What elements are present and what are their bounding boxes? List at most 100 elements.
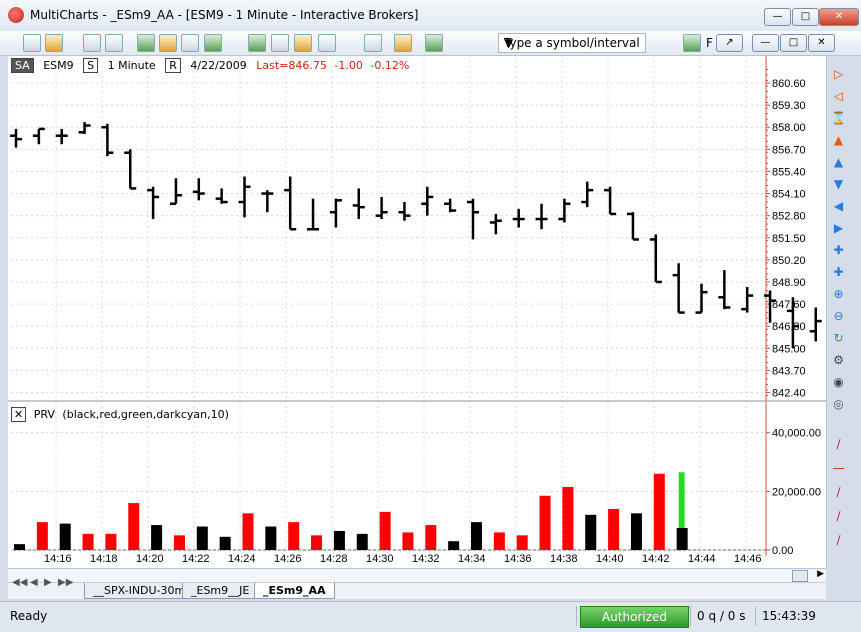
right-toolbar: ▷ ◁ ⌛ ▲ ▲ ▼ ◀ ▶ ✚ ✚ ⊕ ⊖ ↻ ⚙ ◉ ◎ ∕ — ∕ ∕ …	[828, 66, 850, 566]
tab-next-icon[interactable]: ▶	[44, 577, 52, 588]
tab-esm9-je[interactable]: _ESm9__JE	[182, 583, 259, 599]
print-icon[interactable]	[105, 34, 123, 52]
volume-bar	[333, 530, 345, 550]
chart-window-icon[interactable]	[137, 34, 155, 52]
format-label: F	[706, 36, 713, 50]
time-tick-label: 14:28	[320, 553, 348, 565]
pan-icon[interactable]: ⌛	[830, 110, 847, 127]
move-left-icon[interactable]: ▼	[830, 176, 847, 193]
volume-bar	[653, 473, 665, 550]
move-right-icon[interactable]: ◀	[830, 198, 847, 215]
price-tick-label: 843.70	[772, 365, 806, 377]
price-tick-label: 845.00	[772, 343, 806, 355]
mode-tag[interactable]: SA	[11, 58, 34, 73]
volume-bar	[402, 532, 414, 550]
tab-prev-icon[interactable]: ◀	[30, 577, 38, 588]
time-tick-label: 14:24	[228, 553, 256, 565]
draw-fib-icon[interactable]: ∕	[830, 508, 847, 525]
save-icon[interactable]	[83, 34, 101, 52]
parallel-lines-icon[interactable]: ◎	[830, 396, 847, 413]
format-icon[interactable]	[683, 34, 701, 52]
strategies-icon[interactable]	[364, 34, 382, 52]
settings-icon[interactable]: ⊖	[830, 308, 847, 325]
minimize-button[interactable]: —	[764, 8, 791, 26]
scroll-right-icon[interactable]: ▶	[817, 569, 824, 579]
volume-bar	[219, 536, 231, 550]
time-tick-label: 14:32	[412, 553, 440, 565]
restore-button[interactable]: □	[792, 8, 819, 26]
volume-bar	[173, 535, 185, 550]
draw-hline-icon[interactable]: —	[830, 460, 847, 477]
price-change: -1.00	[334, 59, 363, 72]
zoom-out-icon[interactable]: ◁	[830, 88, 847, 105]
authorized-badge: Authorized	[580, 606, 689, 628]
price-tick-label: 846.30	[772, 321, 806, 333]
tab-spx-indu[interactable]: __SPX-INDU-30m	[84, 583, 195, 599]
eye-icon[interactable]: ↻	[830, 330, 847, 347]
scroll-up-icon[interactable]: ▲	[830, 132, 847, 149]
time-tick-label: 14:16	[44, 553, 72, 565]
search-minus-icon[interactable]: ✚	[830, 264, 847, 281]
status-bar: Ready Authorized 0 q / 0 s 15:43:39	[0, 601, 861, 632]
series-tag[interactable]: S	[83, 58, 99, 73]
status-separator	[755, 606, 756, 626]
tab-first-icon[interactable]: ◀◀	[12, 577, 27, 588]
close-button[interactable]: ✕	[819, 8, 859, 26]
time-tick-label: 14:46	[734, 553, 762, 565]
volume-bar	[471, 522, 482, 550]
price-change-pct: -0.12%	[370, 59, 410, 72]
doc-close-button[interactable]: ✕	[808, 34, 835, 52]
scroll-thumb[interactable]	[792, 570, 808, 582]
time-tick-label: 14:30	[366, 553, 394, 565]
volume-bar	[288, 522, 300, 550]
dom-icon[interactable]	[181, 34, 199, 52]
scanner-icon[interactable]	[204, 34, 222, 52]
volume-bar	[379, 511, 391, 550]
chart-date: 4/22/2009	[190, 59, 247, 72]
draw-channel-icon[interactable]: ∕	[830, 484, 847, 501]
chevron-down-icon[interactable]: ▼	[504, 36, 641, 50]
candle-chart-icon[interactable]	[294, 34, 312, 52]
tab-esm9-aa[interactable]: _ESm9_AA	[254, 583, 335, 599]
bar-chart-icon[interactable]	[248, 34, 266, 52]
chart-canvas[interactable]: 860.60 859.30 858.00 856.70 855.40 854.10 852.…	[8, 56, 826, 568]
horizontal-scrollbar[interactable]: ▶	[8, 569, 826, 583]
close-indicator-icon[interactable]: ✕	[11, 407, 27, 422]
price-tick-label: 847.60	[772, 299, 806, 311]
tab-last-icon[interactable]: ▶▶	[58, 577, 73, 588]
price-tick-label: 848.90	[772, 277, 806, 289]
volume-bar	[196, 526, 208, 550]
calendar-icon[interactable]	[394, 34, 412, 52]
volume-bar	[448, 541, 460, 550]
open-folder-icon[interactable]	[45, 34, 63, 52]
doc-minimize-button[interactable]: —	[752, 34, 779, 52]
chart-window[interactable]: 860.60 859.30 858.00 856.70 855.40 854.10 852.…	[8, 56, 827, 568]
volume-bar	[128, 503, 140, 550]
status-separator	[690, 606, 691, 626]
zoom-in-icon[interactable]: ▷	[830, 66, 847, 83]
search-plus-icon[interactable]: ✚	[830, 242, 847, 259]
volume-bar	[82, 533, 94, 550]
volume-bar	[265, 526, 277, 550]
trade-bar-icon[interactable]	[425, 34, 443, 52]
refresh-icon[interactable]: ⊕	[830, 286, 847, 303]
time-tick-label: 14:20	[136, 553, 164, 565]
status-ready: Ready	[10, 609, 48, 623]
symbol-input[interactable]: Type a symbol/interval ▼	[498, 33, 646, 53]
crosshair-icon[interactable]: ▶	[830, 220, 847, 237]
trend-line-icon[interactable]: ⚙	[830, 352, 847, 369]
horizontal-line-icon[interactable]: ◉	[830, 374, 847, 391]
volume-bar	[539, 495, 551, 550]
indicators-icon[interactable]	[318, 34, 336, 52]
draw-gann-icon[interactable]: ∕	[830, 532, 847, 549]
chart-interval: 1 Minute	[107, 59, 156, 72]
scroll-down-icon[interactable]: ▲	[830, 154, 847, 171]
draw-line-icon[interactable]: ∕	[830, 436, 847, 453]
line-chart-icon[interactable]	[271, 34, 289, 52]
quote-manager-icon[interactable]	[159, 34, 177, 52]
time-tick-label: 14:22	[182, 553, 210, 565]
float-window-button[interactable]: ↗	[716, 34, 743, 52]
range-tag[interactable]: R	[165, 58, 181, 73]
doc-restore-button[interactable]: □	[780, 34, 807, 52]
new-file-icon[interactable]	[23, 34, 41, 52]
